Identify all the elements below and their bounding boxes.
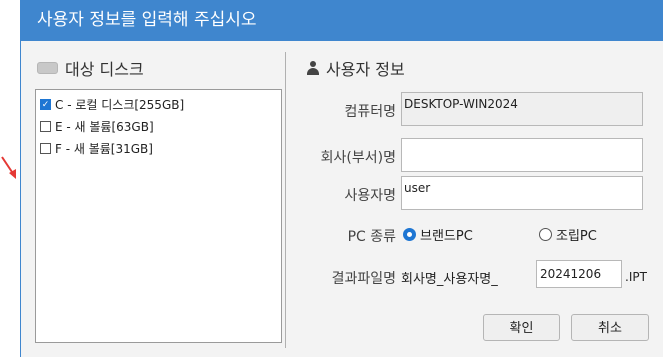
section-divider (285, 52, 286, 348)
disk-item-label: C - 로컬 디스크[255GB] (55, 98, 185, 112)
pc-type-brand-label: 브랜드PC (420, 228, 473, 244)
checkbox-icon[interactable] (40, 143, 51, 154)
user-icon (306, 61, 320, 75)
result-file-ext: .IPT (625, 270, 647, 284)
radio-selected-icon[interactable] (403, 227, 416, 241)
user-section-label: 사용자 정보 (326, 60, 405, 79)
pc-type-brand-radio[interactable]: 브랜드PC (403, 224, 473, 244)
dialog-title: 사용자 정보를 입력해 주십시오 (21, 0, 663, 41)
computer-name-label: 컴퓨터명 (344, 104, 396, 120)
disk-icon (37, 62, 58, 74)
computer-name-field[interactable]: DESKTOP-WIN2024 (401, 92, 643, 126)
pc-type-custom-label: 조립PC (556, 228, 597, 244)
disk-item-e[interactable]: E - 새 볼륨[63GB] (40, 118, 154, 135)
result-date-field[interactable]: 20241206 (536, 260, 622, 288)
result-file-prefix: 회사명_사용자명_ (401, 272, 498, 287)
pc-type-label: PC 종류 (347, 229, 396, 245)
result-file-label: 결과파일명 (331, 271, 396, 287)
company-label: 회사(부서)명 (320, 150, 396, 166)
disk-list: ✓ C - 로컬 디스크[255GB] E - 새 볼륨[63GB] F - 새… (35, 89, 282, 343)
disk-item-label: F - 새 볼륨[31GB] (55, 142, 153, 156)
disk-item-label: E - 새 볼륨[63GB] (55, 120, 154, 134)
annotation-arrow-icon (1, 156, 16, 179)
pc-type-custom-radio[interactable]: 조립PC (539, 224, 597, 244)
checkbox-icon[interactable] (40, 121, 51, 132)
username-field[interactable]: user (401, 176, 643, 210)
radio-icon[interactable] (539, 227, 552, 241)
username-label: 사용자명 (344, 188, 396, 204)
user-section-title: 사용자 정보 (306, 56, 405, 80)
cancel-button[interactable]: 취소 (571, 314, 649, 341)
checkbox-checked-icon[interactable]: ✓ (40, 99, 51, 110)
company-field[interactable] (401, 138, 643, 172)
ok-button[interactable]: 확인 (483, 314, 560, 341)
disk-section-title: 대상 디스크 (37, 56, 144, 80)
disk-item-f[interactable]: F - 새 볼륨[31GB] (40, 140, 153, 157)
disk-section-label: 대상 디스크 (65, 60, 144, 79)
user-info-dialog: 사용자 정보를 입력해 주십시오 대상 디스크 ✓ C - 로컬 디스크[255… (20, 0, 663, 357)
disk-item-c[interactable]: ✓ C - 로컬 디스크[255GB] (40, 96, 184, 113)
